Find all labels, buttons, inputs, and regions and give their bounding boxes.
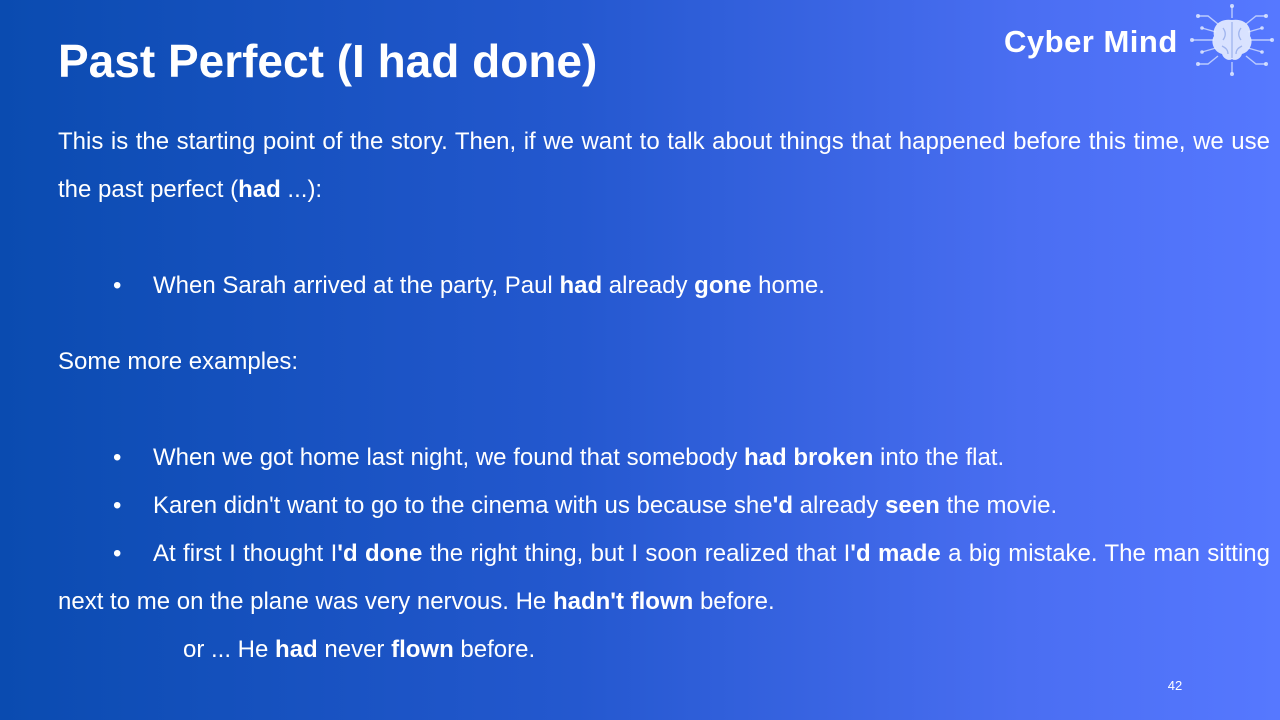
example-bold: 'd [772, 492, 794, 519]
example-text: the movie. [939, 492, 1058, 519]
example-text: home. [751, 272, 825, 299]
examples-list: • When we got home last night, we found t… [58, 434, 1270, 674]
bullet-icon: • [113, 444, 122, 471]
example-bold: seen [885, 492, 940, 519]
example-bold: flown [391, 636, 454, 663]
slide-content: This is the starting point of the story.… [58, 118, 1270, 674]
logo-text: Cyber Mind [1004, 24, 1178, 59]
example-bold: gone [694, 272, 752, 299]
intro-paragraph: This is the starting point of the story.… [58, 118, 1270, 214]
example-text: into the flat. [873, 444, 1005, 471]
intro-text-end: ...): [280, 176, 323, 203]
intro-bold-had: had [238, 176, 281, 203]
example-bold: had broken [744, 444, 874, 471]
cyber-mind-logo: Cyber Mind [1000, 4, 1276, 76]
example-bullet-2: • Karen didn't want to go to the cinema w… [58, 482, 1270, 530]
example-text: already [602, 272, 695, 299]
example-bold: hadn't flown [552, 588, 694, 615]
example-text: When Sarah arrived at the party, Paul [153, 272, 560, 299]
bullet-icon: • [113, 540, 122, 567]
more-examples-heading: Some more examples: [58, 348, 299, 375]
example-text: already [793, 492, 886, 519]
example-bold: 'd done [337, 540, 423, 567]
example-text: before. [693, 588, 775, 615]
bullet-icon: • [113, 492, 122, 519]
bullet-icon: • [113, 272, 122, 299]
example-text: At first I thought I [153, 540, 338, 567]
example-text: When we got home last night, we found th… [153, 444, 745, 471]
slide-title: Past Perfect (I had done) [58, 35, 598, 87]
slide: Past Perfect (I had done) Cyber Mind Thi… [0, 0, 1280, 720]
example-bold: 'd made [850, 540, 941, 567]
example-bold: had [275, 636, 318, 663]
example-bullet-main: • When Sarah arrived at the party, Paul h… [58, 262, 1270, 310]
alternative-line: or ... He had never flown before. [58, 626, 1270, 674]
example-bullet-1: • When we got home last night, we found t… [58, 434, 1270, 482]
page-number: 42 [1167, 678, 1183, 693]
example-text: or ... He [183, 636, 276, 663]
example-text: never [317, 636, 392, 663]
example-text: before. [453, 636, 536, 663]
example-bullet-3: • At first I thought I'd done the right t… [58, 530, 1270, 626]
brain-circuit-icon [1190, 4, 1274, 76]
example-text: the right thing, but I soon realized tha… [422, 540, 851, 567]
example-text: Karen didn't want to go to the cinema wi… [153, 492, 773, 519]
example-bold: had [559, 272, 603, 299]
